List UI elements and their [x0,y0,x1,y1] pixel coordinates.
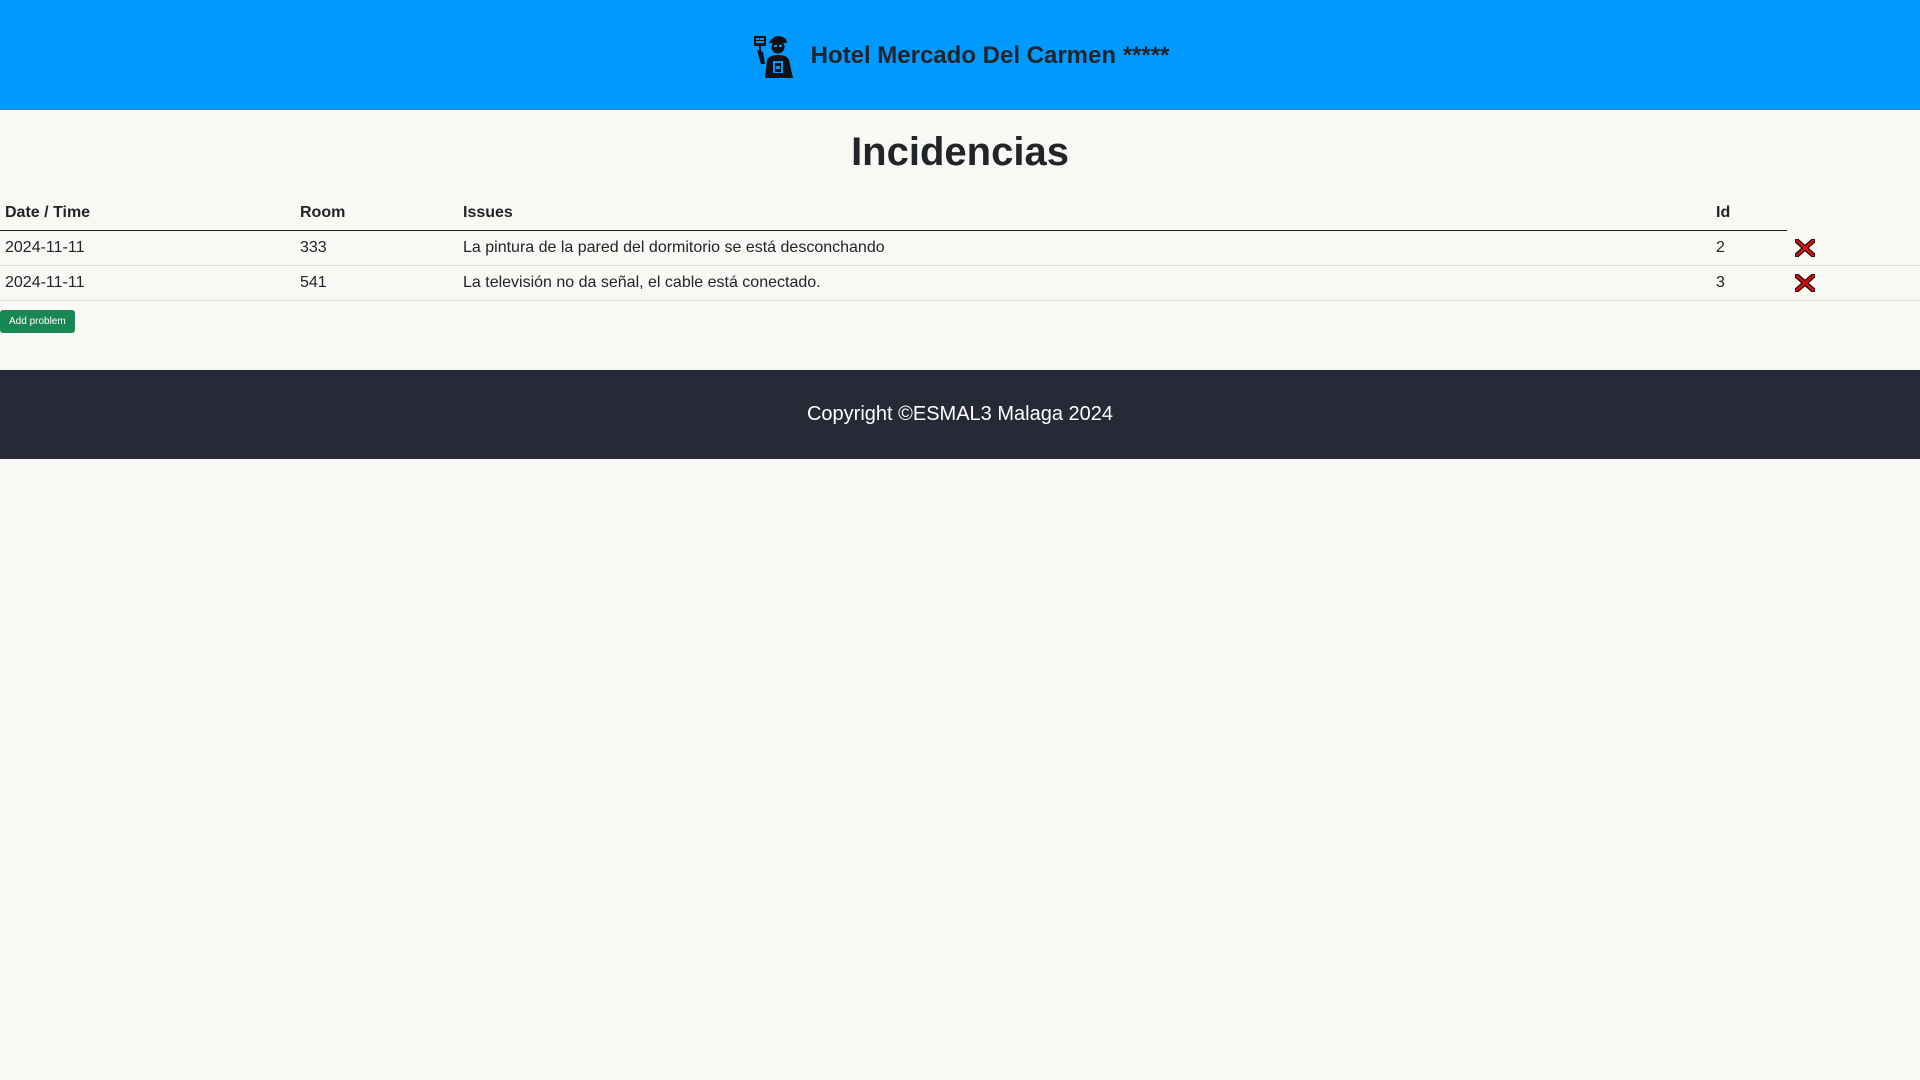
cell-id: 2 [1711,230,1787,266]
cell-room: 541 [295,265,458,301]
site-footer: Copyright ©ESMAL3 Malaga 2024 [0,370,1920,459]
cell-date: 2024-11-11 [0,230,295,266]
page-title: Incidencias [851,130,1069,174]
column-header-date: Date / Time [0,196,295,231]
copyright-text: Copyright ©ESMAL3 Malaga 2024 [806,403,1113,425]
column-header-actions [1787,196,1920,231]
add-problem-button[interactable]: Add problem [0,310,75,333]
cell-actions [1787,230,1920,266]
cell-actions [1787,265,1920,301]
table-header-row: Date / Time Room Issues Id [0,196,1920,231]
table-row: 2024-11-11 541 La televisión no da señal… [0,265,1920,301]
cell-issue: La televisión no da señal, el cable está… [458,265,1711,301]
delete-x-icon[interactable] [1794,238,1816,258]
incidents-table: Date / Time Room Issues Id 2024-11-11 33… [0,196,1920,301]
site-header: Hotel Mercado Del Carmen ***** [0,0,1920,110]
cell-issue: La pintura de la pared del dormitorio se… [458,230,1711,266]
repairman-icon [751,30,801,80]
table-row: 2024-11-11 333 La pintura de la pared de… [0,230,1920,266]
hotel-name: Hotel Mercado Del Carmen ***** [810,42,1170,69]
cell-room: 333 [295,230,458,266]
incidents-table-container: Date / Time Room Issues Id 2024-11-11 33… [0,196,1920,301]
delete-x-icon[interactable] [1794,273,1816,293]
column-header-id: Id [1711,196,1787,231]
cell-date: 2024-11-11 [0,265,295,301]
brand[interactable]: Hotel Mercado Del Carmen ***** [751,30,1170,80]
column-header-issues: Issues [458,196,1711,231]
column-header-room: Room [295,196,458,231]
cell-id: 3 [1711,265,1787,301]
